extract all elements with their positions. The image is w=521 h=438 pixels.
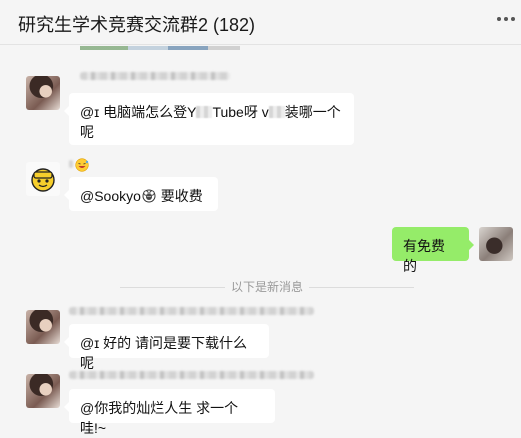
sheep-emoji-icon [142, 189, 156, 203]
previous-message-image-edge[interactable] [80, 46, 240, 50]
message-text: 要收费 [156, 188, 203, 204]
chat-scrollbar[interactable] [515, 50, 519, 410]
sender-name-blurred [69, 371, 314, 379]
message-text: @Sookyo [80, 188, 141, 204]
laugh-emoji-icon [75, 158, 89, 172]
message-bubble[interactable]: @ɪ 电脑端怎么登Y Tube呀 v 装哪一个 呢 [64, 93, 354, 145]
new-messages-divider: 以下是新消息 [120, 280, 414, 294]
message-bubble[interactable]: @你我的灿烂人生 求一个哇!~ [64, 389, 275, 436]
avatar[interactable] [26, 76, 60, 110]
message-text: 装哪一个 [284, 104, 341, 120]
new-messages-label: 以下是新消息 [224, 280, 309, 294]
message-text: 有免费的 [403, 238, 445, 274]
chat-header: 研究生学术竞赛交流群2 (182) [0, 0, 521, 44]
message-text: @ɪ 好的 请问是要下载什么呢 [80, 335, 247, 371]
message-text: @你我的灿烂人生 求一个哇!~ [80, 400, 239, 436]
message-text: @ɪ 电脑端怎么登Y [80, 104, 197, 120]
avatar[interactable] [26, 374, 60, 408]
censored-text [268, 106, 285, 118]
my-avatar[interactable] [479, 227, 513, 261]
avatar[interactable] [26, 310, 60, 344]
yellow-emoji-avatar-icon [31, 168, 55, 192]
message-bubble[interactable]: @ɪ 好的 请问是要下载什么呢 [64, 324, 269, 371]
sender-name-blurred [69, 160, 73, 168]
my-message-bubble[interactable]: 有免费的 [392, 227, 474, 274]
sender-name-blurred [69, 307, 314, 315]
message-bubble[interactable]: @Sookyo 要收费 [64, 177, 218, 211]
chat-title: 研究生学术竞赛交流群2 (182) [18, 15, 256, 35]
more-dots-icon[interactable] [497, 14, 515, 24]
avatar[interactable] [26, 162, 60, 196]
message-text: 呢 [80, 124, 94, 140]
sender-name-blurred [80, 72, 230, 80]
message-text: Tube呀 v [212, 104, 269, 120]
censored-text [196, 106, 213, 118]
header-divider [0, 44, 521, 45]
